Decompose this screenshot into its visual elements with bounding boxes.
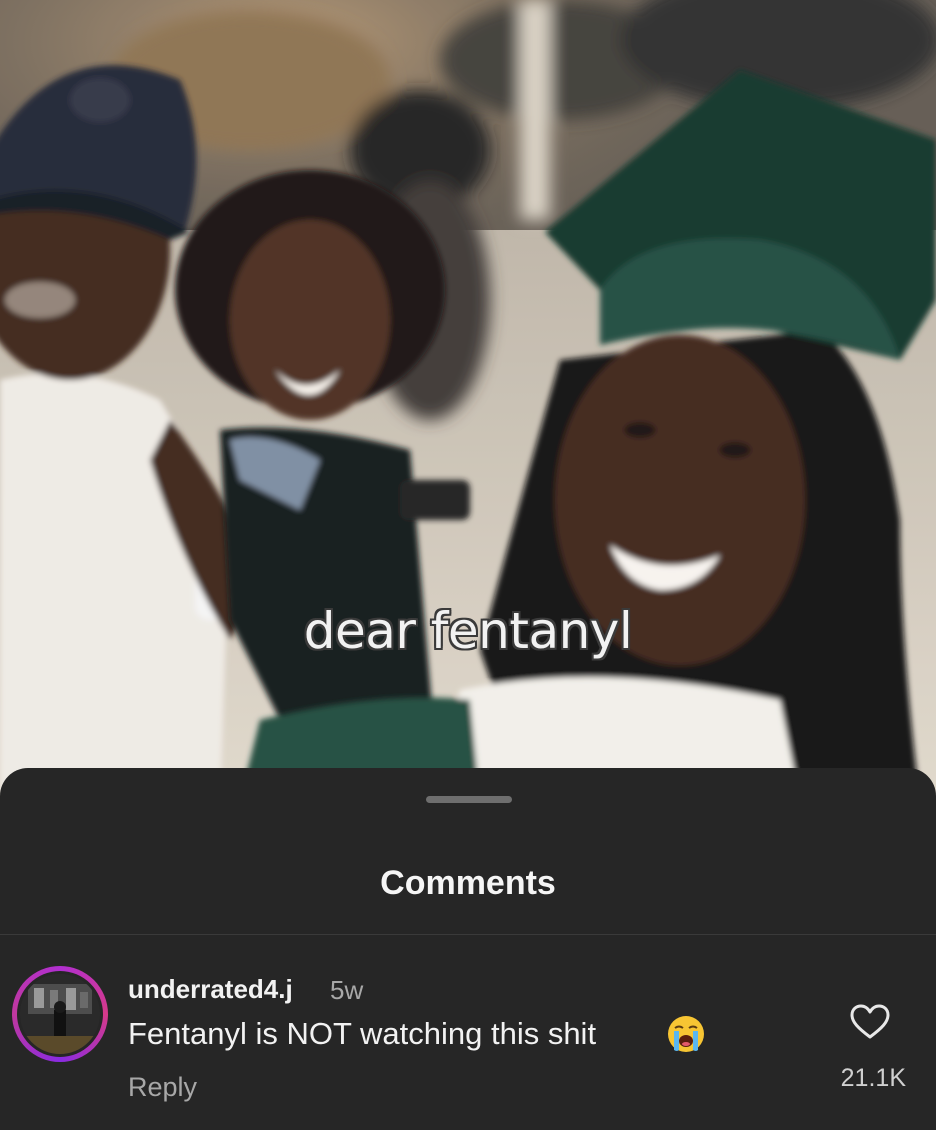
like-count: 21.1K <box>840 1064 906 1092</box>
avatar-photo <box>20 974 100 1054</box>
comment-username[interactable]: underrated4.j <box>128 974 293 1005</box>
comments-sheet: Comments underrated4.j 5w Fentanyl is NO… <box>0 768 936 1130</box>
comments-title: Comments <box>380 864 556 902</box>
video-scene <box>0 0 936 800</box>
loudly-crying-face-icon <box>668 1016 704 1052</box>
comment-text: Fentanyl is NOT watching this shit <box>128 1016 597 1051</box>
drag-handle[interactable] <box>426 796 512 803</box>
video-frame[interactable]: dear fentanyl <box>0 0 936 800</box>
app-root: dear fentanyl Comments underrated4.j 5w … <box>0 0 936 1130</box>
comment-timestamp: 5w <box>330 975 364 1005</box>
avatar[interactable] <box>12 966 108 1062</box>
video-caption: dear fentanyl <box>303 602 633 660</box>
heart-icon[interactable] <box>850 1004 890 1040</box>
comment-item: underrated4.j 5w Fentanyl is NOT watchin… <box>0 964 936 1114</box>
reply-button[interactable]: Reply <box>128 1072 197 1103</box>
comments-divider <box>0 934 936 935</box>
